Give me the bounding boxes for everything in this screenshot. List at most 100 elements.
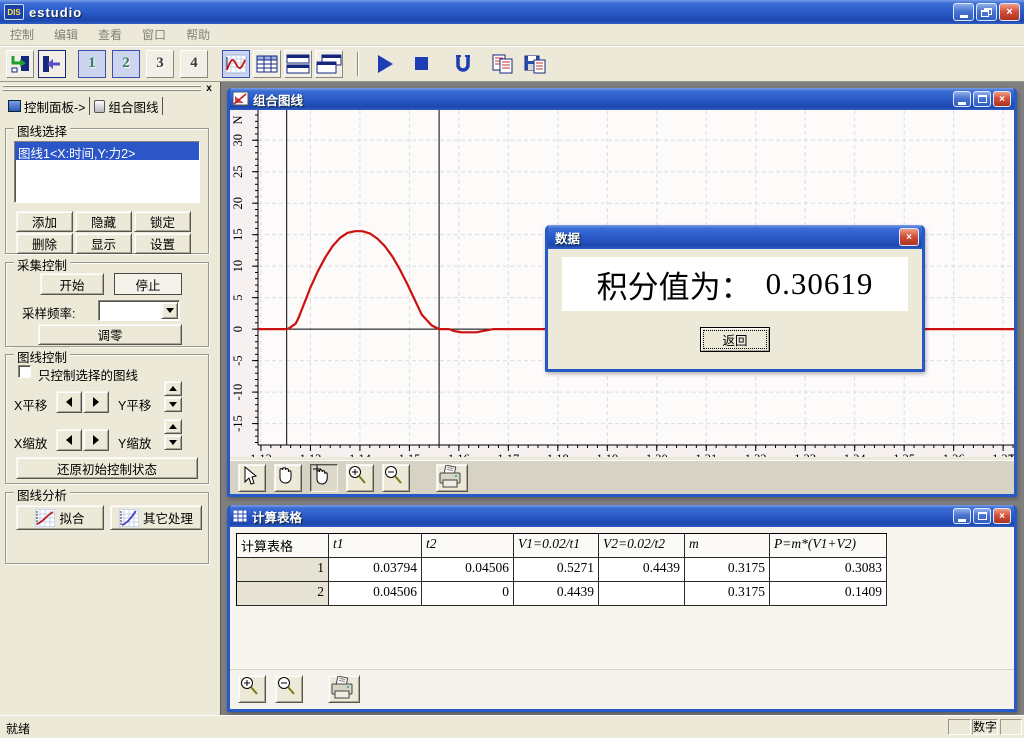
hide-curve-button[interactable]: 隐藏 [75, 211, 132, 232]
table-close-button[interactable]: × [993, 508, 1011, 524]
table-view-icon[interactable] [253, 50, 281, 78]
main-toolbar: 1 2 3 4 [0, 46, 1024, 82]
mdi-workspace: x 控制面板-> 组合图线 图线选择 图线1<X:时间,Y:力2> 添加 隐藏 … [0, 82, 1024, 715]
sample-rate-combobox[interactable] [98, 300, 180, 321]
pan-hand-icon[interactable] [274, 464, 302, 492]
combined-graph-titlebar[interactable]: 组合图线 × [230, 88, 1014, 110]
x-pan-right-button[interactable] [83, 391, 109, 413]
delete-curve-button[interactable]: 删除 [16, 233, 73, 254]
table-cell[interactable]: 0.1409 [770, 582, 887, 606]
add-curve-button[interactable]: 添加 [16, 211, 73, 232]
disconnect-icon[interactable] [38, 50, 66, 78]
row-label[interactable]: 2 [237, 582, 329, 606]
channel-2-button[interactable]: 2 [112, 50, 140, 78]
table-zoom-in-icon[interactable] [238, 675, 266, 703]
channel-1-button[interactable]: 1 [78, 50, 106, 78]
curve-listbox[interactable]: 图线1<X:时间,Y:力2> [14, 141, 200, 203]
start-acquisition-icon[interactable] [371, 50, 399, 78]
table-cell[interactable]: 0.4439 [599, 558, 685, 582]
table-cell[interactable]: 0.04506 [329, 582, 422, 606]
reset-control-button[interactable]: 还原初始控制状态 [16, 457, 198, 479]
x-zoom-in-button[interactable] [83, 429, 109, 451]
x-zoom-out-button[interactable] [56, 429, 82, 451]
col-header[interactable]: m [685, 534, 770, 558]
panel-gripper[interactable] [3, 85, 201, 87]
u-clamp-icon[interactable] [449, 50, 477, 78]
channel-4-button[interactable]: 4 [180, 50, 208, 78]
table-cell[interactable]: 0.5271 [514, 558, 599, 582]
panel-gripper2[interactable] [3, 89, 201, 91]
menu-view[interactable]: 查看 [88, 24, 132, 45]
col-header[interactable]: t1 [329, 534, 422, 558]
svg-text:0: 0 [231, 326, 245, 332]
table-maximize-button[interactable] [973, 508, 991, 524]
y-pan-label: Y平移 [118, 395, 151, 414]
col-header[interactable]: V2=0.02/t2 [599, 534, 685, 558]
split-horizontal-icon[interactable] [284, 50, 312, 78]
zero-adjust-button[interactable]: 调零 [38, 324, 182, 345]
table-zoom-out-icon[interactable] [275, 675, 303, 703]
col-header[interactable]: 计算表格 [237, 534, 329, 558]
stop-acquisition-icon[interactable] [407, 50, 435, 78]
col-header[interactable]: P=m*(V1+V2) [770, 534, 887, 558]
other-process-button[interactable]: 其它处理 [110, 505, 202, 530]
setup-curve-button[interactable]: 设置 [134, 233, 191, 254]
table-cell[interactable] [599, 582, 685, 606]
y-pan-down-button[interactable] [164, 397, 182, 412]
menu-help[interactable]: 帮助 [176, 24, 220, 45]
data-cursor-hand-icon[interactable] [310, 464, 338, 492]
dialog-close-button[interactable]: × [899, 228, 919, 246]
zoom-out-icon[interactable] [382, 464, 410, 492]
stop-button[interactable]: 停止 [114, 273, 182, 295]
print-graph-icon[interactable] [436, 464, 468, 492]
tab-control-panel[interactable]: 控制面板-> [4, 97, 89, 116]
start-button[interactable]: 开始 [40, 273, 104, 295]
graph-close-button[interactable]: × [993, 91, 1011, 107]
graph-minimize-button[interactable] [953, 91, 971, 107]
menu-control[interactable]: 控制 [0, 24, 44, 45]
lock-curve-button[interactable]: 锁定 [134, 211, 191, 232]
print-table-icon[interactable] [328, 675, 360, 703]
tab-combined-graph[interactable]: 组合图线 [90, 97, 162, 116]
svg-text:1.18: 1.18 [547, 452, 569, 457]
graph-view-icon[interactable] [222, 50, 250, 78]
minimize-button[interactable] [953, 3, 974, 21]
data-dialog-titlebar[interactable]: 数据 × [548, 225, 922, 249]
app-logo-icon: DIS [4, 4, 24, 20]
curve-list-item[interactable]: 图线1<X:时间,Y:力2> [15, 142, 199, 160]
channel-3-button[interactable]: 3 [146, 50, 174, 78]
row-label[interactable]: 1 [237, 558, 329, 582]
save-data-icon[interactable] [521, 50, 549, 78]
y-zoom-down-button[interactable] [164, 435, 182, 450]
table-cell[interactable]: 0.3175 [685, 582, 770, 606]
table-cell[interactable]: 0.3083 [770, 558, 887, 582]
table-cell[interactable]: 0 [422, 582, 514, 606]
restore-button[interactable] [976, 3, 997, 21]
x-pan-left-button[interactable] [56, 391, 82, 413]
graph-maximize-button[interactable] [973, 91, 991, 107]
fit-button[interactable]: 拟合 [16, 505, 104, 530]
connect-icon[interactable] [6, 50, 34, 78]
close-button[interactable]: × [999, 3, 1020, 21]
table-cell[interactable]: 0.4439 [514, 582, 599, 606]
panel-close-icon[interactable]: x [202, 83, 216, 96]
combobox-dropdown-icon[interactable] [161, 302, 178, 319]
zoom-in-icon[interactable] [346, 464, 374, 492]
calc-table-titlebar[interactable]: 计算表格 × [230, 505, 1014, 527]
cascade-windows-icon[interactable] [315, 50, 343, 78]
table-cell[interactable]: 0.03794 [329, 558, 422, 582]
y-zoom-up-button[interactable] [164, 419, 182, 434]
y-pan-up-button[interactable] [164, 381, 182, 396]
col-header[interactable]: V1=0.02/t1 [514, 534, 599, 558]
menu-window[interactable]: 窗口 [132, 24, 176, 45]
only-selected-checkbox[interactable] [18, 365, 31, 378]
table-minimize-button[interactable] [953, 508, 971, 524]
table-cell[interactable]: 0.04506 [422, 558, 514, 582]
copy-data-icon[interactable] [489, 50, 517, 78]
menu-edit[interactable]: 编辑 [44, 24, 88, 45]
table-cell[interactable]: 0.3175 [685, 558, 770, 582]
return-button[interactable]: 返回 [700, 327, 770, 352]
col-header[interactable]: t2 [422, 534, 514, 558]
show-curve-button[interactable]: 显示 [75, 233, 132, 254]
select-arrow-icon[interactable] [238, 464, 266, 492]
